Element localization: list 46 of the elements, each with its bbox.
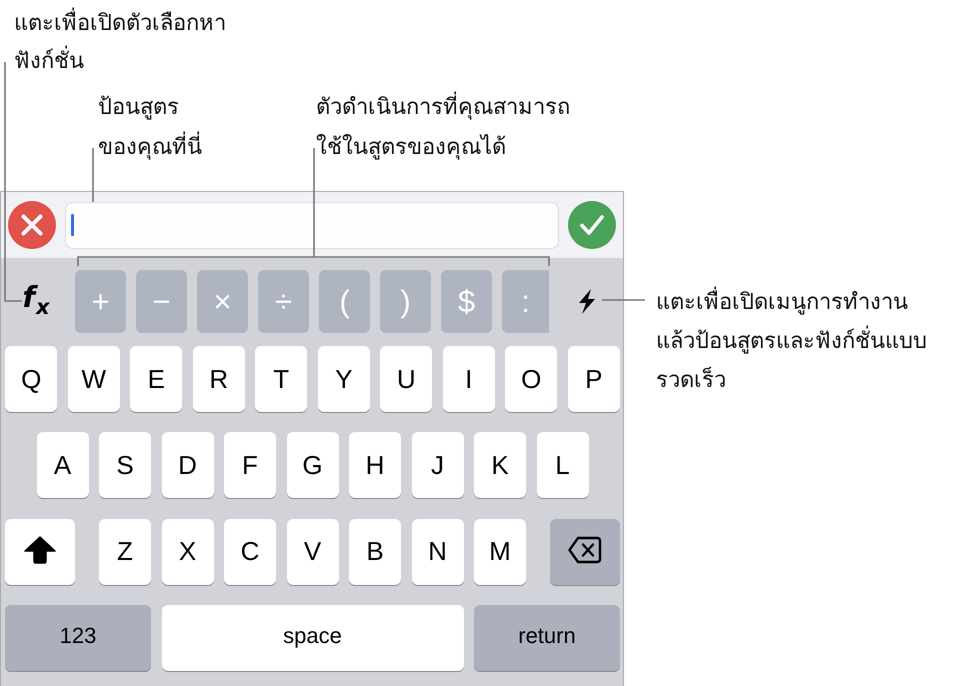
letter-key[interactable]: M [474, 518, 526, 585]
letter-key[interactable]: E [130, 346, 182, 412]
letter-key[interactable]: L [536, 432, 588, 498]
letter-key[interactable]: T [255, 346, 308, 412]
shift-icon [24, 536, 56, 564]
letter-key[interactable]: N [412, 518, 464, 585]
cancel-button[interactable] [8, 201, 56, 249]
close-icon [21, 214, 43, 236]
shift-key[interactable] [5, 518, 75, 585]
letter-key[interactable]: Z [99, 518, 151, 585]
letter-key[interactable]: F [224, 432, 276, 498]
letter-key[interactable]: X [162, 518, 214, 585]
letter-key[interactable]: G [286, 432, 338, 498]
callout-text: แตะเพื่อเปิดเมนูการทำงาน แล้วป้อนสูตรและฟังก์ชั่นแบบ รวดเร็ว [656, 283, 927, 400]
letter-key[interactable]: Y [318, 346, 370, 412]
letter-key[interactable]: R [192, 346, 245, 412]
space-key[interactable]: space [162, 604, 464, 671]
lightning-icon [578, 289, 596, 314]
letter-key[interactable]: A [36, 432, 88, 498]
letter-key[interactable]: J [412, 432, 464, 498]
letter-key[interactable]: B [349, 518, 401, 585]
callout-text: ตัวดำเนินการที่คุณสามารถ ใช้ในสูตรของคุณได้ [316, 88, 570, 168]
letter-key[interactable]: Q [5, 346, 58, 412]
accept-button[interactable] [568, 201, 616, 249]
letter-key[interactable]: D [162, 432, 214, 498]
return-key[interactable]: return [474, 604, 620, 671]
delete-icon [568, 536, 602, 564]
letter-key[interactable]: K [474, 432, 526, 498]
delete-key[interactable] [550, 518, 620, 585]
letter-key[interactable]: O [505, 346, 558, 412]
leader-line [92, 148, 94, 202]
letter-key[interactable]: S [99, 432, 151, 498]
function-button[interactable]: f$_{x}$ [8, 270, 64, 333]
checkmark-icon [580, 215, 604, 235]
leader-line [602, 299, 645, 301]
letter-key[interactable]: W [68, 346, 120, 412]
letter-key[interactable]: V [286, 518, 338, 585]
letter-key[interactable]: I [442, 346, 495, 412]
callout-text: ป้อนสูตร ของคุณที่นี่ [98, 94, 202, 162]
formula-input-field[interactable] [65, 202, 559, 248]
letter-key[interactable]: C [224, 518, 276, 585]
numbers-key[interactable]: 123 [5, 604, 151, 671]
letter-key[interactable]: U [380, 346, 432, 412]
letter-key[interactable]: P [568, 346, 620, 412]
letter-key[interactable]: H [349, 432, 401, 498]
callout-text: แตะเพื่อเปิดตัวเลือกหา ฟังก์ชั่น [14, 5, 226, 81]
